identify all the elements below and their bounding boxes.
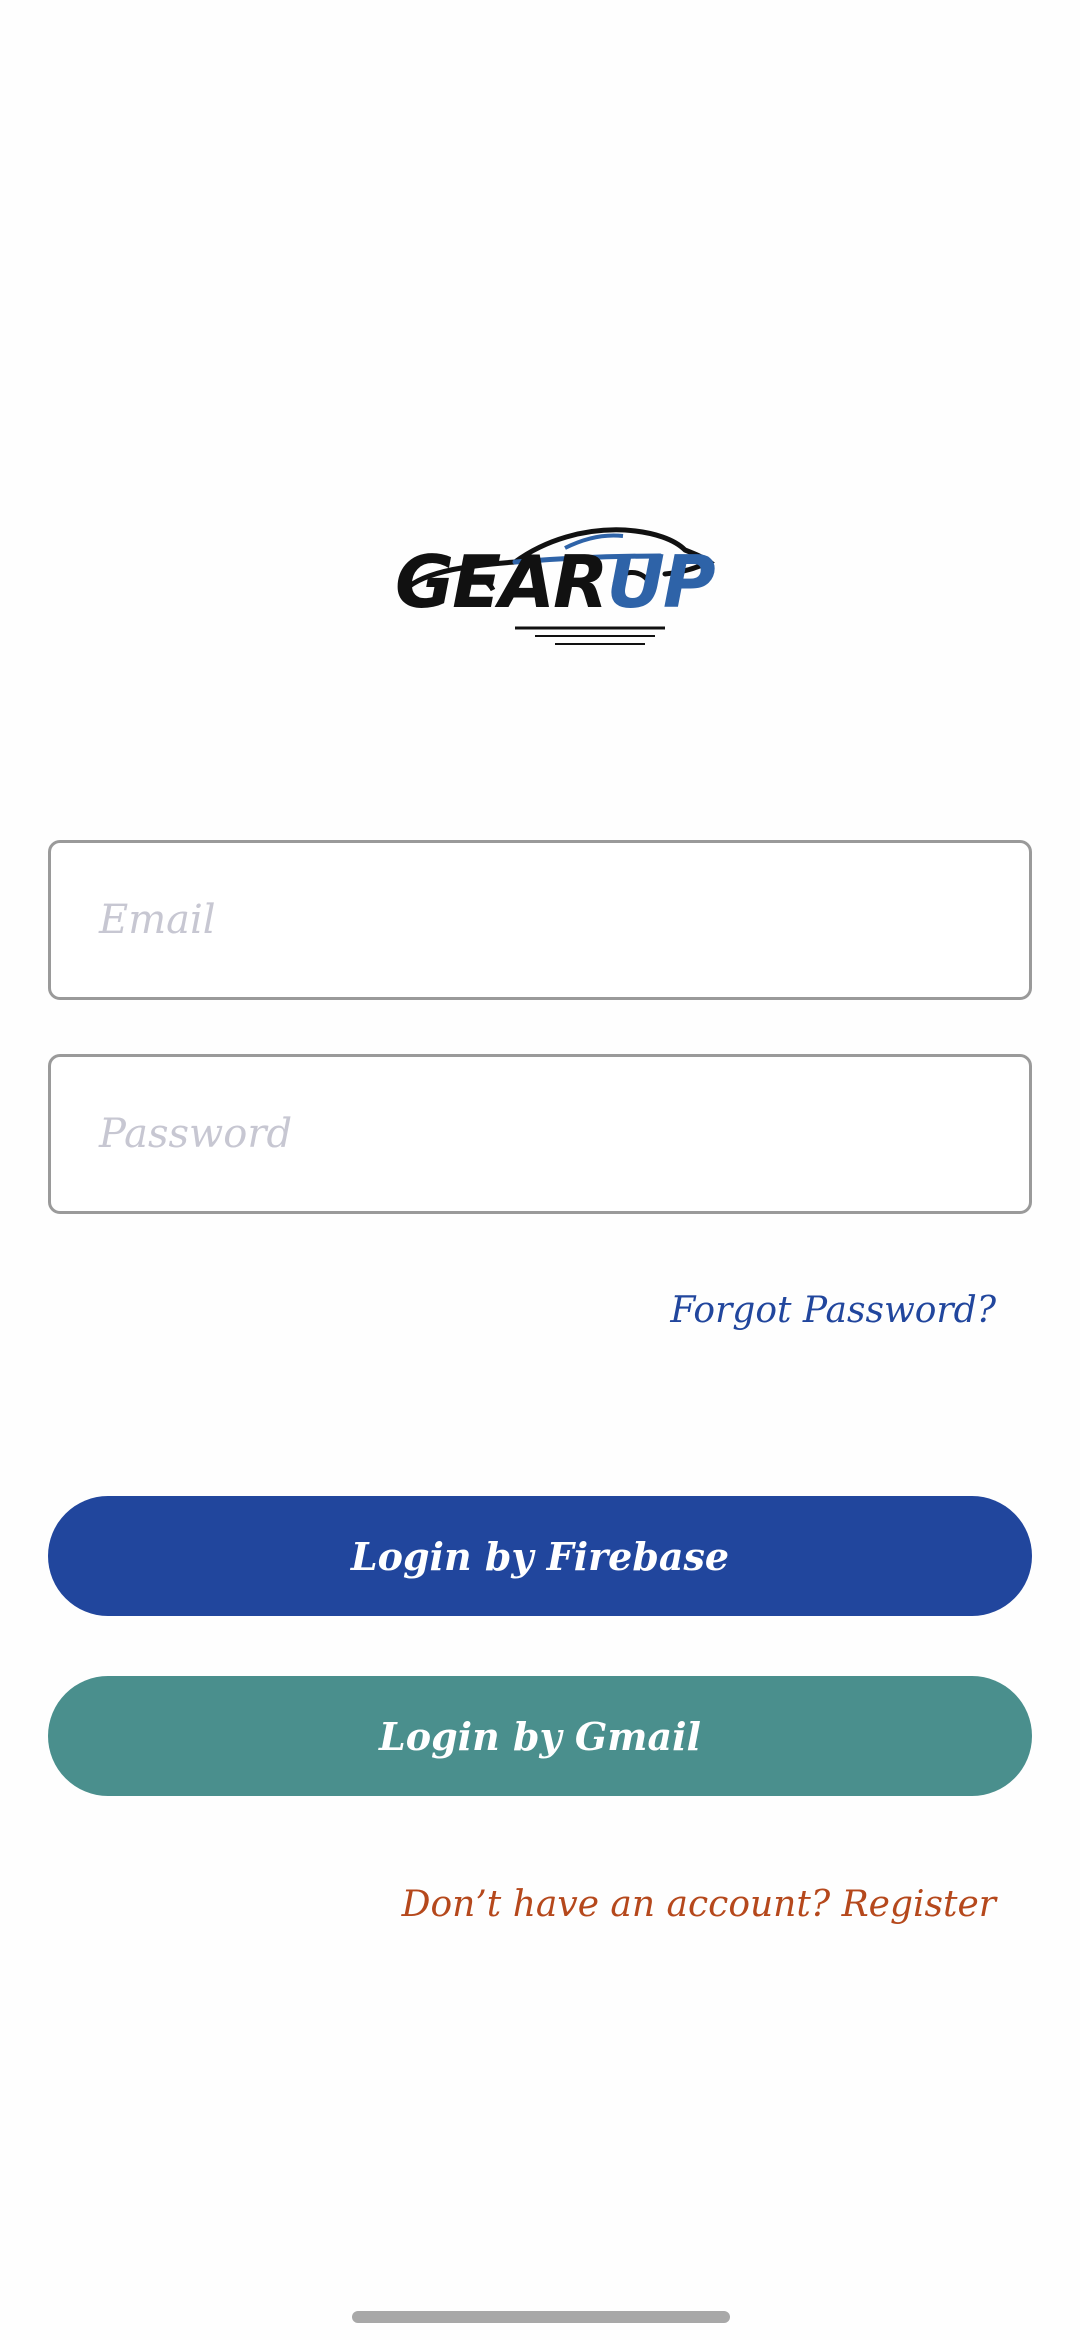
logo-wordmark: GEARUP xyxy=(395,540,716,624)
app-logo: GEARUP xyxy=(365,370,716,740)
register-link[interactable]: Don’t have an account? Register xyxy=(402,1884,996,1925)
logo-word-accent: UP xyxy=(606,540,715,624)
email-placeholder: Email xyxy=(99,897,216,943)
password-placeholder: Password xyxy=(99,1111,293,1157)
logo-word-primary: GEAR xyxy=(395,540,608,624)
email-field[interactable]: Email xyxy=(48,840,1032,1000)
login-gmail-button[interactable]: Login by Gmail xyxy=(48,1676,1032,1796)
forgot-password-link[interactable]: Forgot Password? xyxy=(670,1290,996,1331)
home-indicator[interactable] xyxy=(352,2311,730,2323)
speed-lines-icon xyxy=(515,626,665,645)
login-firebase-button[interactable]: Login by Firebase xyxy=(48,1496,1032,1616)
password-field[interactable]: Password xyxy=(48,1054,1032,1214)
